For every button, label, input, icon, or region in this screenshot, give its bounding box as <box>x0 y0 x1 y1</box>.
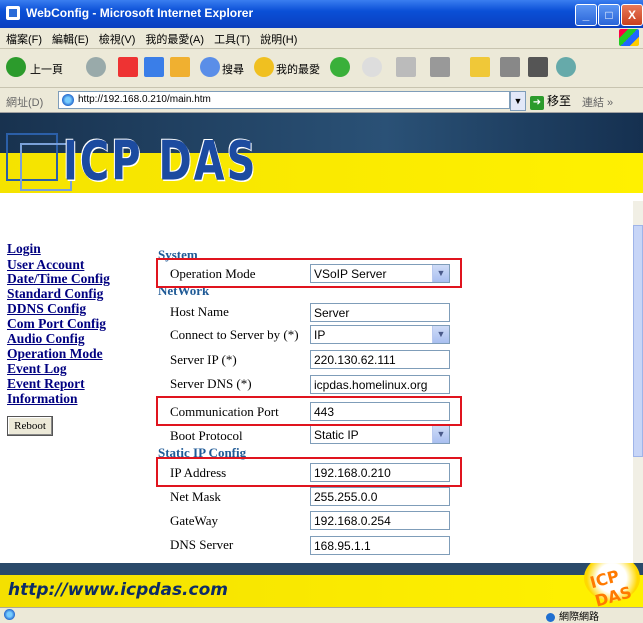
sidebar-link-information[interactable]: Information <box>7 391 78 407</box>
sidebar-link-login[interactable]: Login <box>7 241 41 257</box>
go-button[interactable]: ➜ 移至 <box>530 92 571 110</box>
highlight-ip-address <box>156 457 462 487</box>
company-logo: ICP DAS <box>63 131 258 194</box>
server-ip-label: Server IP (*) <box>170 352 237 367</box>
host-name-label: Host Name <box>170 304 229 319</box>
menu-tools[interactable]: 工具(T) <box>208 28 254 47</box>
windows-flag-icon <box>619 29 639 46</box>
go-label[interactable]: 移至 <box>547 94 571 108</box>
refresh-icon[interactable] <box>144 57 164 77</box>
forward-icon[interactable] <box>86 57 106 77</box>
address-dropdown[interactable]: ▼ <box>510 91 526 111</box>
sidebar-link-ddns-config[interactable]: DDNS Config <box>7 301 86 317</box>
search-label[interactable]: 搜尋 <box>222 61 244 77</box>
sidebar-link-date-time-config[interactable]: Date/Time Config <box>7 271 110 287</box>
globe-icon <box>546 612 555 622</box>
address-label: 網址(D) <box>6 97 44 109</box>
stop-icon[interactable] <box>118 57 138 77</box>
messenger-icon[interactable] <box>528 57 548 77</box>
menu-favorites[interactable]: 我的最愛(A) <box>139 28 208 47</box>
net-mask-label: Net Mask <box>170 489 221 504</box>
vertical-scrollbar[interactable] <box>633 201 643 563</box>
chevron-down-icon[interactable]: ▼ <box>432 326 449 343</box>
edit-icon[interactable] <box>430 57 450 77</box>
discuss-icon[interactable] <box>556 57 576 77</box>
sidebar-link-event-report[interactable]: Event Report <box>7 376 85 392</box>
footer-website-link[interactable]: http://www.icpdas.com <box>8 580 228 600</box>
address-bar: 網址(D) http://192.168.0.210/main.htm ▼ ➜ 移… <box>0 88 643 113</box>
title-bar: WebConfig - Microsoft Internet Explorer … <box>0 0 643 28</box>
boot-protocol-select[interactable]: Static IP ▼ <box>310 425 450 444</box>
highlight-operation-mode <box>156 258 462 288</box>
go-arrow-icon: ➜ <box>530 96 544 110</box>
scrollbar-thumb[interactable] <box>633 225 643 457</box>
highlight-communication-port <box>156 396 462 426</box>
sidebar-link-standard-config[interactable]: Standard Config <box>7 286 103 302</box>
connect-by-label: Connect to Server by (*) <box>170 327 299 342</box>
banner-divider <box>0 193 643 201</box>
history-icon[interactable] <box>330 57 350 77</box>
sidebar-link-com-port-config[interactable]: Com Port Config <box>7 316 106 332</box>
page-status-icon <box>4 609 15 620</box>
gateway-label: GateWay <box>170 513 219 528</box>
connect-by-select[interactable]: IP ▼ <box>310 325 450 344</box>
address-input[interactable]: http://192.168.0.210/main.htm <box>58 91 510 109</box>
address-url[interactable]: http://192.168.0.210/main.htm <box>78 94 211 105</box>
footer-dark-band <box>0 563 643 575</box>
gateway-input[interactable]: 192.168.0.254 <box>310 511 450 530</box>
menu-file[interactable]: 檔案(F) <box>0 28 46 47</box>
research-icon[interactable] <box>500 57 520 77</box>
mail-icon[interactable] <box>362 57 382 77</box>
back-icon[interactable] <box>6 57 26 77</box>
server-dns-input[interactable]: icpdas.homelinux.org <box>310 375 450 394</box>
dns-server-label: DNS Server <box>170 537 234 552</box>
sidebar-link-audio-config[interactable]: Audio Config <box>7 331 85 347</box>
print-icon[interactable] <box>396 57 416 77</box>
page-icon <box>62 94 74 106</box>
search-icon[interactable] <box>200 57 220 77</box>
status-bar: 網際網路 <box>0 607 643 623</box>
maximize-button[interactable]: □ <box>598 4 620 26</box>
page-banner: ICP DAS <box>0 113 643 201</box>
folder-icon[interactable] <box>470 57 490 77</box>
minimize-button[interactable]: _ <box>575 4 597 26</box>
menu-view[interactable]: 檢視(V) <box>93 28 140 47</box>
back-label[interactable]: 上一頁 <box>30 61 63 77</box>
menu-help[interactable]: 說明(H) <box>254 28 301 47</box>
sidebar-link-operation-mode[interactable]: Operation Mode <box>7 346 103 362</box>
toolbar: 上一頁 搜尋 我的最愛 <box>0 49 643 88</box>
connect-by-value: IP <box>314 328 326 342</box>
internet-zone: 網際網路 <box>546 608 599 623</box>
zone-label: 網際網路 <box>559 612 599 623</box>
menu-edit[interactable]: 編輯(E) <box>46 28 93 47</box>
ie-window-icon <box>6 6 20 20</box>
dns-server-input[interactable]: 168.95.1.1 <box>310 536 450 555</box>
menu-bar: 檔案(F) 編輯(E) 檢視(V) 我的最愛(A) 工具(T) 說明(H) <box>0 28 643 49</box>
home-icon[interactable] <box>170 57 190 77</box>
window-title: WebConfig - Microsoft Internet Explorer <box>26 6 254 20</box>
host-name-input[interactable]: Server <box>310 303 450 322</box>
favorites-label[interactable]: 我的最愛 <box>276 61 320 77</box>
sidebar-link-event-log[interactable]: Event Log <box>7 361 67 377</box>
content-frame: Login User Account Date/Time Config Stan… <box>0 201 633 563</box>
favorites-icon[interactable] <box>254 57 274 77</box>
boot-protocol-label: Boot Protocol <box>170 428 243 443</box>
page-footer: http://www.icpdas.com ICP DAS <box>0 563 643 607</box>
close-button[interactable]: X <box>621 4 643 26</box>
net-mask-input[interactable]: 255.255.0.0 <box>310 487 450 506</box>
boot-protocol-value: Static IP <box>314 428 359 442</box>
links-toolbar[interactable]: 連結 » <box>582 94 613 110</box>
chevron-down-icon[interactable]: ▼ <box>432 426 449 443</box>
server-ip-input[interactable]: 220.130.62.111 <box>310 350 450 369</box>
reboot-button[interactable]: Reboot <box>7 416 53 436</box>
badge-text: ICP DAS <box>587 566 634 607</box>
server-dns-label: Server DNS (*) <box>170 376 252 391</box>
